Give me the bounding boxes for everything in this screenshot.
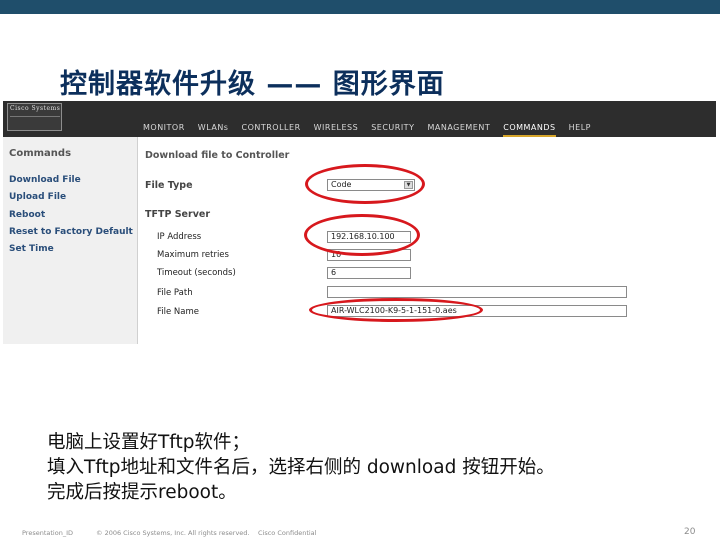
timeout-input[interactable]: 6 [327,267,411,279]
highlight-file-type [305,164,425,204]
page-number: 20 [684,527,696,537]
highlight-file-name [309,298,483,322]
logo-bars [10,116,60,128]
nav-commands[interactable]: COMMANDS [503,123,556,137]
timeout-label: Timeout (seconds) [157,268,236,278]
sidebar-item-upload-file[interactable]: Upload File [9,192,133,209]
slide-notes: 电脑上设置好Tftp软件； 填入Tftp地址和文件名后，选择右侧的 downlo… [47,430,555,505]
highlight-ip-address [304,214,420,256]
sidebar-item-reboot[interactable]: Reboot [9,210,133,227]
footer-confidential: Cisco Confidential [258,529,317,537]
footer-presentation-id: Presentation_ID [22,529,73,537]
main-nav: MONITOR WLANs CONTROLLER WIRELESS SECURI… [143,123,604,137]
nav-monitor[interactable]: MONITOR [143,123,185,137]
footer-copyright: © 2006 Cisco Systems, Inc. All rights re… [96,529,250,537]
path-input[interactable] [327,286,627,298]
sidebar-item-reset-factory[interactable]: Reset to Factory Default [9,227,133,244]
ip-label: IP Address [157,232,202,242]
nav-help[interactable]: HELP [569,123,591,137]
sidebar-list: Download File Upload File Reboot Reset t… [9,175,133,261]
file-type-label: File Type [145,180,193,191]
note-line-3: 完成后按提示reboot。 [47,482,237,503]
app-header: Cisco Systems MONITOR WLANs CONTROLLER W… [3,101,716,137]
nav-wlans[interactable]: WLANs [198,123,229,137]
logo-text: Cisco Systems [10,105,61,112]
retries-label: Maximum retries [157,250,229,260]
filename-label: File Name [157,307,200,317]
form-title: Download file to Controller [145,150,290,161]
nav-management[interactable]: MANAGEMENT [427,123,490,137]
sidebar-item-set-time[interactable]: Set Time [9,244,133,261]
sidebar: Commands Download File Upload File Reboo… [3,137,138,344]
top-bar [0,0,720,14]
nav-security[interactable]: SECURITY [371,123,414,137]
path-label: File Path [157,288,193,298]
sidebar-item-download-file[interactable]: Download File [9,175,133,192]
nav-wireless[interactable]: WIRELESS [314,123,359,137]
sidebar-heading: Commands [9,148,72,159]
note-line-2: 填入Tftp地址和文件名后，选择右侧的 download 按钮开始。 [47,457,555,478]
slide-title: 控制器软件升级 —— 图形界面 [60,69,445,100]
note-line-1: 电脑上设置好Tftp软件； [47,432,250,453]
tftp-heading: TFTP Server [145,209,211,220]
cisco-logo: Cisco Systems [7,103,62,131]
nav-controller[interactable]: CONTROLLER [241,123,300,137]
